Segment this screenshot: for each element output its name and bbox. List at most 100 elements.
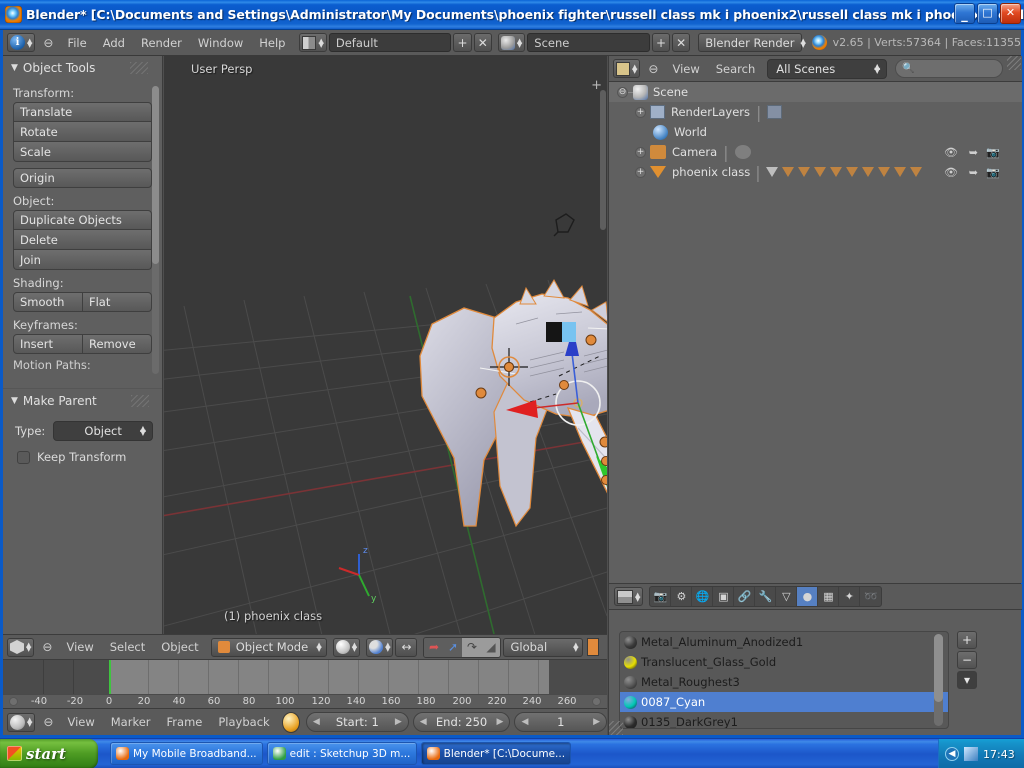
start-button[interactable]: start — [0, 739, 98, 768]
material-slot-row[interactable]: 0135_DarkGrey1 — [620, 712, 948, 729]
transform-orientation-selector[interactable]: Global ▲▼ — [503, 638, 583, 657]
material-slot-row[interactable]: 0087_Cyan — [620, 692, 948, 712]
manipulator-toggle-button[interactable]: ↔ — [395, 638, 417, 657]
scene-icon-button[interactable]: ▲▼ — [498, 33, 525, 52]
outliner-search-field[interactable]: 🔍 — [895, 59, 1003, 78]
join-button[interactable]: Join — [13, 250, 152, 270]
mesh-child-icon[interactable] — [910, 167, 922, 177]
delete-button[interactable]: Delete — [13, 230, 152, 250]
outliner-tree[interactable]: ⊖ Scene + RenderLayers | World — [609, 82, 1022, 583]
timeline-collapse-menus-button[interactable]: ⊖ — [35, 715, 59, 729]
material-slot-row[interactable]: Metal_Aluminum_Anodized1 — [620, 632, 948, 652]
particles-tab[interactable]: ✦ — [839, 587, 860, 606]
mesh-child-icon[interactable] — [878, 167, 890, 177]
remove-material-slot-button[interactable]: − — [957, 651, 977, 669]
keep-transform-row[interactable]: Keep Transform — [3, 450, 163, 464]
properties-corner-grip[interactable] — [609, 721, 623, 735]
origin-button[interactable]: Origin — [13, 168, 152, 188]
outliner-row-world[interactable]: World — [609, 122, 1022, 142]
data-tab[interactable]: ▽ — [776, 587, 797, 606]
outliner-corner-grip[interactable] — [1007, 56, 1021, 70]
remove-keyframe-button[interactable]: Remove — [83, 334, 152, 354]
timeline-ruler[interactable]: -40 -20 0 20 40 60 80 100 120 140 160 18… — [3, 694, 607, 708]
outliner-row-camera[interactable]: + Camera | 👁 ➥ 📷 — [609, 142, 1022, 162]
menu-add[interactable]: Add — [95, 36, 133, 50]
modifier-tab[interactable]: 🔧 — [755, 587, 776, 606]
end-frame-field[interactable]: ◀ End: 250 ▶ — [413, 712, 511, 732]
delete-screen-button[interactable]: ✕ — [474, 33, 492, 52]
duplicate-objects-button[interactable]: Duplicate Objects — [13, 210, 152, 230]
start-frame-field[interactable]: ◀ Start: 1 ▶ — [306, 712, 409, 732]
sync-icon[interactable] — [282, 712, 300, 733]
render-camera-icon[interactable]: 📷 — [986, 166, 1000, 179]
taskbar-clock[interactable]: 17:43 — [983, 748, 1015, 761]
phoenix-expander-icon[interactable]: + — [635, 167, 646, 178]
translate-button[interactable]: Translate — [13, 102, 152, 122]
material-slot-row[interactable]: Metal_Roughest3 — [620, 672, 948, 692]
shade-smooth-button[interactable]: Smooth — [13, 292, 83, 312]
taskbar-item[interactable]: Blender* [C:\Docume... — [421, 742, 571, 765]
menu-file[interactable]: File — [59, 36, 94, 50]
layer-indicator[interactable] — [587, 638, 599, 656]
menu-help[interactable]: Help — [251, 36, 293, 50]
mesh-child-icon[interactable] — [782, 167, 794, 177]
renderlayers-expander-icon[interactable]: + — [635, 107, 646, 118]
taskbar-items[interactable]: My Mobile Broadband...edit : Sketchup 3D… — [106, 742, 571, 765]
viewport-shading-selector[interactable]: ▲▼ — [333, 638, 360, 657]
translate-manipulator-button[interactable]: ➦ — [424, 638, 443, 657]
properties-editor[interactable]: ▲▼ 📷⚙🌐▣🔗🔧▽●▦✦➿ 📌 ▶ phoenix class ▶ 0087_… — [608, 583, 1021, 735]
toolshelf-scrollbar[interactable] — [152, 86, 159, 374]
viewport-menu-select[interactable]: Select — [102, 640, 153, 654]
insert-keyframe-button[interactable]: Insert — [13, 334, 83, 354]
timeline-editor-type-selector[interactable]: ▲▼ — [7, 713, 35, 732]
rotate-manipulator-button[interactable]: ➚ — [443, 638, 462, 657]
scene-tab[interactable]: ⚙ — [671, 587, 692, 606]
object-tools-panel-header[interactable]: ▼ Object Tools — [3, 56, 162, 80]
material-list-scrollbar[interactable] — [934, 634, 943, 726]
material-slot-buttons[interactable]: +−▾ — [957, 631, 977, 689]
timeline-menu-view[interactable]: View — [59, 715, 102, 729]
menu-window[interactable]: Window — [190, 36, 251, 50]
render-camera-icon[interactable]: 📷 — [986, 146, 1000, 159]
timeline-scroll-left-handle[interactable] — [9, 697, 18, 706]
material-slot-list[interactable]: Metal_Aluminum_Anodized1Translucent_Glas… — [619, 631, 949, 729]
outliner-collapse-menus-button[interactable]: ⊖ — [640, 62, 664, 76]
viewport-scrollbar[interactable] — [600, 90, 606, 230]
interaction-mode-selector[interactable]: Object Mode ▲▼ — [211, 638, 327, 657]
eye-icon[interactable]: 👁 — [944, 146, 958, 159]
timeline-menu-frame[interactable]: Frame — [159, 715, 211, 729]
screen-layout-field[interactable]: Default — [329, 33, 452, 52]
cursor-arrow-icon[interactable]: ➥ — [969, 146, 978, 159]
parent-type-dropdown[interactable]: Object ▲▼ — [53, 421, 153, 441]
timeline-playhead[interactable] — [109, 660, 111, 694]
cursor-arrow-icon[interactable]: ➥ — [969, 166, 978, 179]
outliner-row-renderlayers[interactable]: + RenderLayers | — [609, 102, 1022, 122]
viewport-editor-type-selector[interactable]: ▲▼ — [7, 638, 34, 657]
material-slot-row[interactable]: Translucent_Glass_Gold — [620, 652, 948, 672]
scene-expander-icon[interactable]: ⊖ — [617, 87, 628, 98]
3d-viewport[interactable]: z y User Persp (1) phoenix class + — [164, 56, 607, 634]
magnet-button[interactable]: ◢ — [481, 638, 500, 657]
physics-tab[interactable]: ➿ — [860, 587, 881, 606]
add-screen-button[interactable]: + — [453, 33, 471, 52]
texture-tab[interactable]: ▦ — [818, 587, 839, 606]
keep-transform-checkbox[interactable] — [17, 451, 30, 464]
mesh-child-icon[interactable] — [766, 167, 778, 177]
world-tab[interactable]: 🌐 — [692, 587, 713, 606]
material-tab[interactable]: ● — [797, 587, 818, 606]
constraint-tab[interactable]: 🔗 — [734, 587, 755, 606]
timeline-editor[interactable]: -40 -20 0 20 40 60 80 100 120 140 160 18… — [3, 660, 607, 708]
mesh-child-icon[interactable] — [814, 167, 826, 177]
pivot-point-selector[interactable]: ▲▼ — [366, 638, 393, 657]
render-tab[interactable]: 📷 — [650, 587, 671, 606]
timeline-menu-playback[interactable]: Playback — [210, 715, 277, 729]
screen-layout-icon-button[interactable]: ▲▼ — [299, 33, 326, 52]
timeline-scroll-right-handle[interactable] — [592, 697, 601, 706]
outliner-editor[interactable]: ▲▼ ⊖ View Search All Scenes ▲▼ 🔍 ⊖ Scene — [608, 56, 1021, 583]
render-engine-selector[interactable]: Blender Render ▲▼ — [698, 33, 802, 52]
viewport-menu-object[interactable]: Object — [153, 640, 206, 654]
renderlayer-data-icon[interactable] — [767, 105, 782, 119]
outliner-menu-view[interactable]: View — [664, 62, 707, 76]
outliner-row-scene[interactable]: ⊖ Scene — [609, 82, 1022, 102]
eye-icon[interactable]: 👁 — [944, 166, 958, 179]
